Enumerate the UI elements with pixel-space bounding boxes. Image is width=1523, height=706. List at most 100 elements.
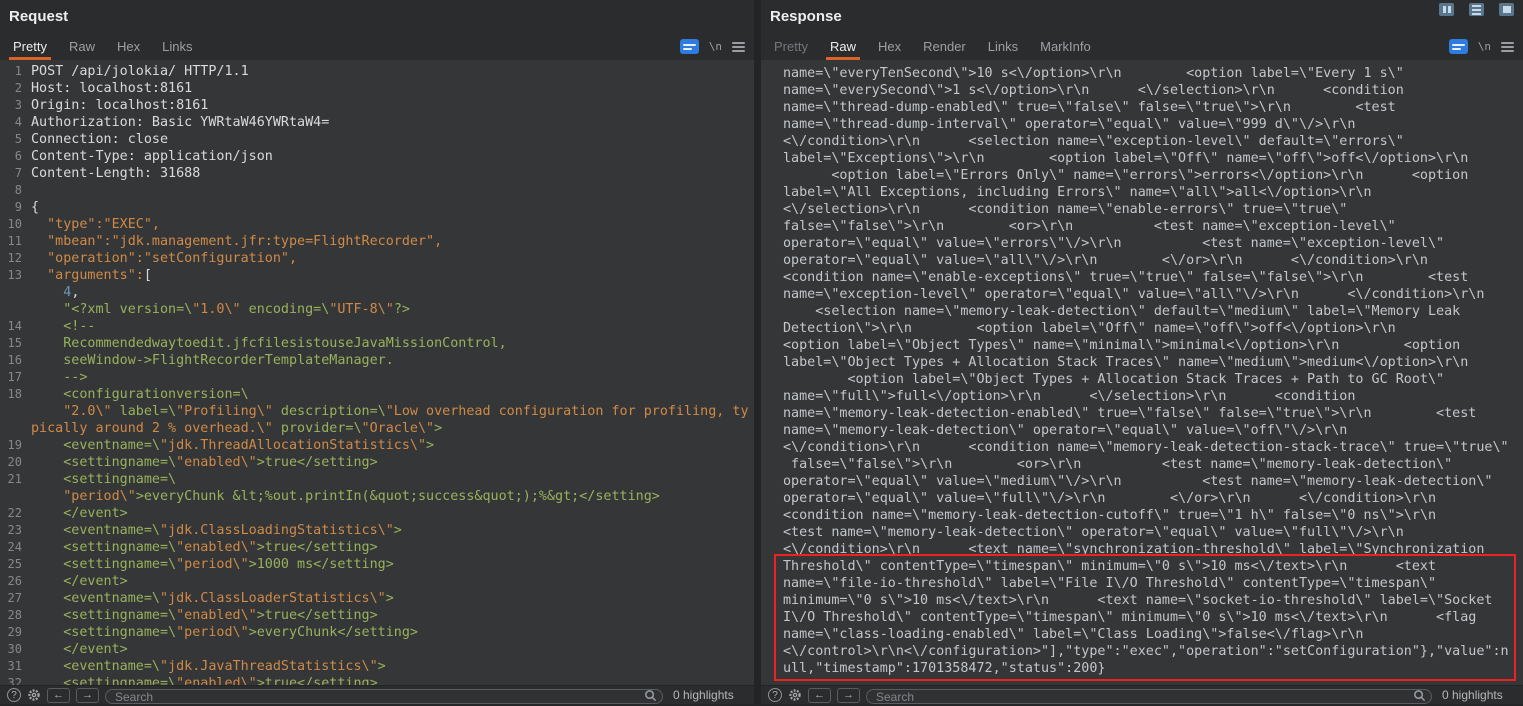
request-code-line: 28 <settingname=\"enabled\">true</settin… xyxy=(0,607,754,624)
request-code-line: 6Content-Type: application/json xyxy=(0,148,754,165)
response-code-line: name=\"everyTenSecond\">10 s<\/option>\r… xyxy=(783,65,1523,82)
layout-rows-icon[interactable] xyxy=(1469,3,1484,16)
response-code-line: <selection name=\"memory-leak-detection\… xyxy=(783,303,1523,320)
response-code-line: name=\"exception-level\" operator=\"equa… xyxy=(783,286,1523,303)
request-code-line: 19 <eventname=\"jdk.ThreadAllocationStat… xyxy=(0,437,754,454)
tab-raw[interactable]: Raw xyxy=(58,33,106,60)
request-code-line: 23 <eventname=\"jdk.ClassLoadingStatisti… xyxy=(0,522,754,539)
editor-menu-icon[interactable] xyxy=(1501,42,1514,52)
request-search-input[interactable] xyxy=(105,689,663,704)
request-search-field xyxy=(105,688,663,703)
request-view-tools: \n xyxy=(680,33,745,60)
response-code-line: <condition name=\"enable-exceptions\" tr… xyxy=(783,269,1523,286)
search-magnifier-icon[interactable] xyxy=(1413,689,1426,702)
response-code-line: ull,"timestamp":1701358472,"status":200} xyxy=(783,660,1523,677)
response-code-line: <condition name=\"memory-leak-detection-… xyxy=(783,507,1523,524)
response-code-line: I\/O Threshold\" contentType=\"timespan\… xyxy=(783,609,1523,626)
request-code-line: 2Host: localhost:8161 xyxy=(0,80,754,97)
panel-divider[interactable] xyxy=(754,0,761,704)
search-settings-gear-icon[interactable] xyxy=(788,688,802,702)
response-code-line: <test name=\"memory-leak-detection\" ope… xyxy=(783,524,1523,541)
tab-markinfo[interactable]: MarkInfo xyxy=(1029,33,1102,60)
tab-pretty[interactable]: Pretty xyxy=(763,33,819,60)
response-search-bar: ? ← → 0 highlights xyxy=(761,685,1523,704)
search-prev-button[interactable]: ← xyxy=(808,688,831,703)
search-prev-button[interactable]: ← xyxy=(47,688,70,703)
response-code-line: operator=\"equal\" value=\"full\"\/>\r\n… xyxy=(783,490,1523,507)
response-code-line: <\/condition>\r\n <text name=\"synchroni… xyxy=(783,541,1523,558)
response-code-line: name=\"memory-leak-detection\" operator=… xyxy=(783,422,1523,439)
response-title: Response xyxy=(770,8,842,25)
response-header: Response xyxy=(761,0,1523,33)
search-next-button[interactable]: → xyxy=(76,688,99,703)
response-code-line: operator=\"equal\" value=\"errors\"\/>\r… xyxy=(783,235,1523,252)
request-code-line: 3Origin: localhost:8161 xyxy=(0,97,754,114)
prettify-toggle-icon[interactable] xyxy=(1449,39,1468,54)
response-code-line: <option label=\"Object Types + Allocatio… xyxy=(783,371,1523,388)
response-code-line: label=\"Exceptions\">\r\n <option label=… xyxy=(783,150,1523,167)
request-header: Request xyxy=(0,0,754,33)
tab-raw[interactable]: Raw xyxy=(819,33,867,60)
newline-toggle[interactable]: \n xyxy=(1478,40,1491,53)
prettify-toggle-icon[interactable] xyxy=(680,39,699,54)
tab-pretty[interactable]: Pretty xyxy=(2,33,58,60)
layout-columns-icon[interactable] xyxy=(1439,3,1454,16)
request-code-line: 1POST /api/jolokia/ HTTP/1.1 xyxy=(0,63,754,80)
request-code-line: 29 <settingname=\"period\">everyChunk</s… xyxy=(0,624,754,641)
search-settings-gear-icon[interactable] xyxy=(27,688,41,702)
request-code-line: 4Authorization: Basic YWRtaW46YWRtaW4= xyxy=(0,114,754,131)
response-code-line: operator=\"equal\" value=\"all\"\/>\r\n … xyxy=(783,252,1523,269)
request-code-line: "period\">everyChunk &lt;%out.printIn(&q… xyxy=(0,488,754,505)
tab-hex[interactable]: Hex xyxy=(106,33,151,60)
request-code-line: 26 </event> xyxy=(0,573,754,590)
tab-links[interactable]: Links xyxy=(977,33,1029,60)
response-code-line: <option label=\"Object Types\" name=\"mi… xyxy=(783,337,1523,354)
request-code-line: 8 xyxy=(0,182,754,199)
response-search-input[interactable] xyxy=(866,689,1432,704)
request-code-line: 12 "operation":"setConfiguration", xyxy=(0,250,754,267)
request-code-line: "2.0\" label=\"Profiling\" description=\… xyxy=(0,403,754,420)
response-code-line: name=\"thread-dump-interval\" operator=\… xyxy=(783,116,1523,133)
editor-menu-icon[interactable] xyxy=(732,42,745,52)
response-code-line: name=\"file-io-threshold\" label=\"File … xyxy=(783,575,1523,592)
newline-toggle[interactable]: \n xyxy=(709,40,722,53)
response-code-line: minimum=\"0 s\">10 ms<\/text>\r\n <text … xyxy=(783,592,1523,609)
tab-links[interactable]: Links xyxy=(151,33,203,60)
response-code-line: false=\"false\">\r\n <or>\r\n <test name… xyxy=(783,218,1523,235)
help-icon[interactable]: ? xyxy=(7,688,21,702)
tab-hex[interactable]: Hex xyxy=(867,33,912,60)
request-search-bar: ? ← → 0 highlights xyxy=(0,685,754,704)
request-code-line: 5Connection: close xyxy=(0,131,754,148)
response-code-line: name=\"thread-dump-enabled\" true=\"fals… xyxy=(783,99,1523,116)
request-code-line: 17 --> xyxy=(0,369,754,386)
response-code-line: Threshold\" contentType=\"timespan\" min… xyxy=(783,558,1523,575)
request-code-line: 7Content-Length: 31688 xyxy=(0,165,754,182)
request-code-line: 30 </event> xyxy=(0,641,754,658)
layout-single-icon[interactable] xyxy=(1499,3,1514,16)
request-code-line: 14 <!-- xyxy=(0,318,754,335)
request-editor[interactable]: 1POST /api/jolokia/ HTTP/1.12Host: local… xyxy=(0,60,754,685)
request-highlights-count: 0 highlights xyxy=(673,688,745,702)
response-editor[interactable]: name=\"everyTenSecond\">10 s<\/option>\r… xyxy=(761,60,1523,685)
request-code-line: 9{ xyxy=(0,199,754,216)
tab-render[interactable]: Render xyxy=(912,33,977,60)
response-code-line: <\/condition>\r\n <condition name=\"memo… xyxy=(783,439,1523,456)
request-code-line: 4, xyxy=(0,284,754,301)
request-code-line: 21 <settingname=\ xyxy=(0,471,754,488)
search-magnifier-icon[interactable] xyxy=(644,689,657,702)
response-panel: Response PrettyRawHexRenderLinksMarkInfo… xyxy=(761,0,1523,704)
response-code-line: <option label=\"Errors Only\" name=\"err… xyxy=(783,167,1523,184)
help-icon[interactable]: ? xyxy=(768,688,782,702)
window-layout-controls xyxy=(1439,3,1514,16)
request-code-line: pically around 2 % overhead.\" provider=… xyxy=(0,420,754,437)
response-code-line: <\/control>\r\n<\/configuration>"],"type… xyxy=(783,643,1523,660)
response-view-tools: \n xyxy=(1449,33,1514,60)
request-code-line: 25 <settingname=\"period\">1000 ms</sett… xyxy=(0,556,754,573)
response-code-line: operator=\"equal\" value=\"medium\"\/>\r… xyxy=(783,473,1523,490)
search-next-button[interactable]: → xyxy=(837,688,860,703)
response-tabbar: PrettyRawHexRenderLinksMarkInfo \n xyxy=(761,33,1523,60)
response-search-field xyxy=(866,688,1432,703)
response-code-line: <\/condition>\r\n <selection name=\"exce… xyxy=(783,133,1523,150)
request-code-line: 31 <eventname=\"jdk.JavaThreadStatistics… xyxy=(0,658,754,675)
request-panel: Request PrettyRawHexLinks \n 1POST /api/… xyxy=(0,0,754,704)
